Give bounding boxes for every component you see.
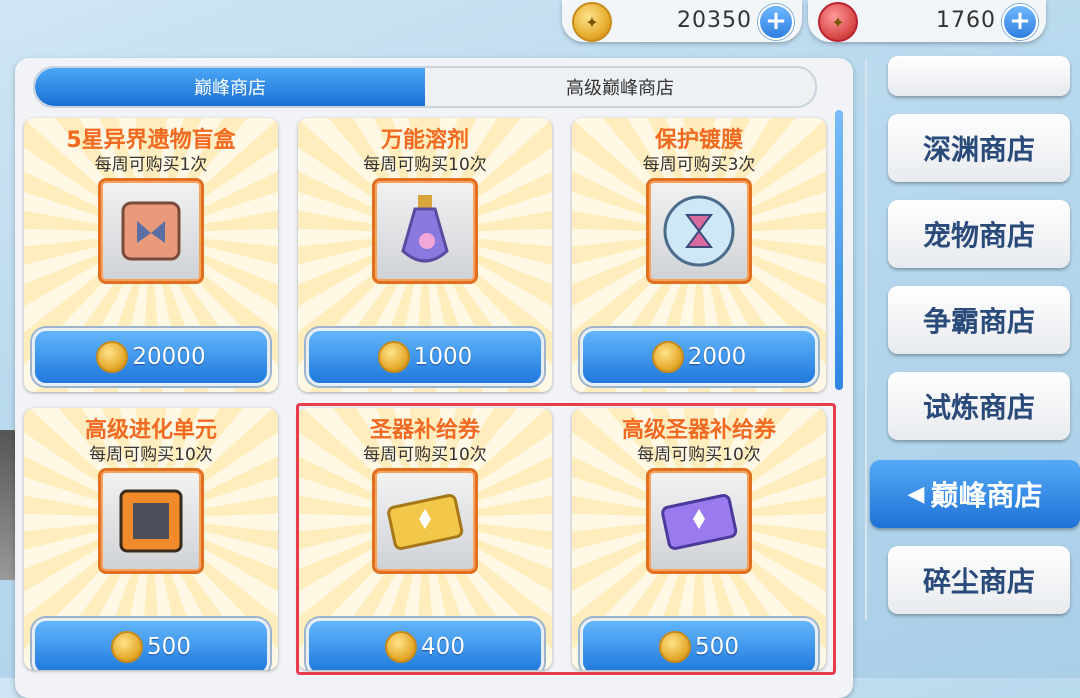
shop-item-card[interactable]: 高级进化单元 每周可购买10次 500 [24,408,278,670]
shop-item-card[interactable]: 保护镀膜 每周可购买3次 2000 [572,118,826,392]
price-label: 20000 [132,344,206,370]
sidebar-item-dust[interactable]: 碎尘商店 [888,546,1070,614]
price-label: 1000 [413,344,473,370]
sidebar-item-pet[interactable]: 宠物商店 [888,200,1070,268]
scrollbar[interactable] [835,110,843,390]
price-label: 2000 [687,344,747,370]
buy-button[interactable]: 500 [32,618,270,670]
shop-tabs: 巅峰商店 高级巅峰商店 [33,66,817,108]
gold-coin-icon: ✦ [572,2,612,42]
price-label: 500 [147,634,191,660]
gold-amount: 20350 [677,8,752,33]
add-gold-button[interactable]: + [758,4,794,40]
add-red-button[interactable]: + [1002,4,1038,40]
gold-coin-icon [111,631,144,663]
tab-peak-shop[interactable]: 巅峰商店 [35,68,425,106]
sidebar-item-abyss[interactable]: 深渊商店 [888,114,1070,182]
sidebar-item-partial[interactable] [888,56,1070,96]
chevron-left-icon: ◀ [907,481,925,507]
purchase-limit: 每周可购买1次 [94,155,208,175]
hourglass-orb-icon [646,178,752,284]
gold-coin-icon [96,341,129,373]
shop-item-card[interactable]: 5星异界遗物盲盒 每周可购买1次 20000 [24,118,278,392]
buy-button[interactable]: 2000 [580,328,818,386]
red-currency-bar: ✦ 1760 + [808,0,1046,42]
tab-advanced-peak-shop[interactable]: 高级巅峰商店 [425,68,815,106]
buy-button[interactable]: 1000 [306,328,544,386]
evolution-unit-icon [98,468,204,574]
sidebar-item-contest[interactable]: 争霸商店 [888,286,1070,354]
side-nav-track [865,60,867,620]
gold-coin-icon [651,341,684,373]
sidebar-item-label: 巅峰商店 [930,479,1043,512]
red-amount: 1760 [936,8,996,33]
sidebar-item-peak[interactable]: ◀ 巅峰商店 [870,460,1080,528]
potion-bottle-icon [372,178,478,284]
shop-item-card[interactable]: 万能溶剂 每周可购买10次 1000 [298,118,552,392]
red-coin-icon: ✦ [818,2,858,42]
relic-box-icon [98,178,204,284]
sidebar-item-trial[interactable]: 试炼商店 [888,372,1070,440]
gold-currency-bar: ✦ 20350 + [562,0,802,42]
purchase-limit: 每周可购买10次 [363,155,487,175]
gold-coin-icon [377,341,410,373]
selection-highlight [296,403,836,675]
purchase-limit: 每周可购买3次 [642,155,756,175]
buy-button[interactable]: 20000 [32,328,270,386]
purchase-limit: 每周可购买10次 [89,445,213,465]
